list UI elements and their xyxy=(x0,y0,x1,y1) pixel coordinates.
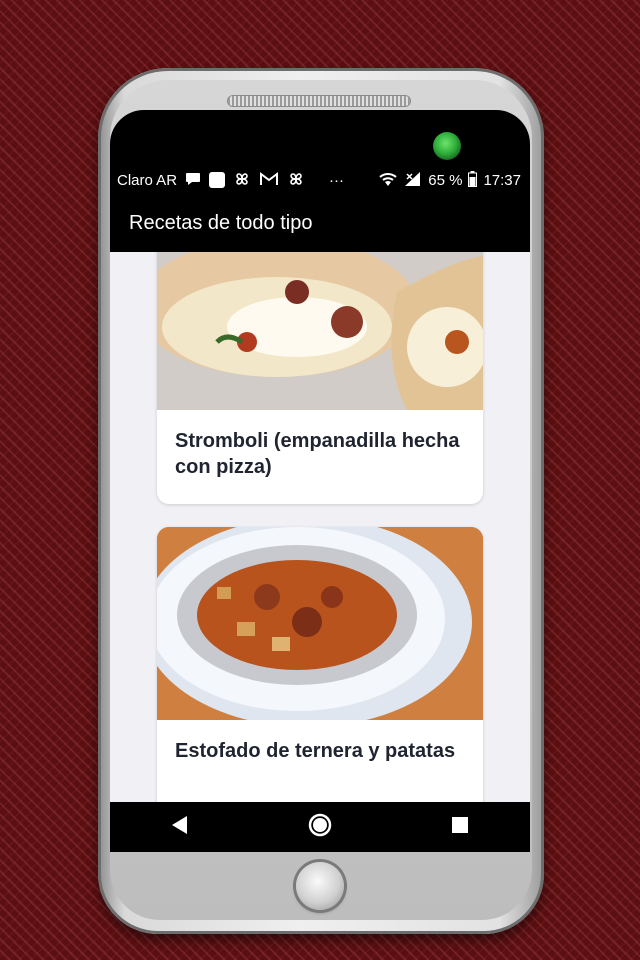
back-button[interactable] xyxy=(160,807,200,847)
app-square-icon xyxy=(209,172,226,188)
recipe-title[interactable]: Stromboli (empanadilla hecha con pizza) xyxy=(157,410,483,480)
battery-icon xyxy=(468,171,478,189)
pinwheel-icon xyxy=(287,170,305,190)
recipe-list[interactable]: Stromboli (empanadilla hecha con pizza) xyxy=(110,252,530,802)
recipe-card[interactable]: Estofado de ternera y patatas xyxy=(157,527,483,802)
battery-level: 65 % xyxy=(428,171,463,189)
physical-home-button[interactable] xyxy=(296,862,344,910)
more-notifications-dots: ··· xyxy=(329,171,345,189)
home-icon xyxy=(307,812,333,843)
phone-top-bezel xyxy=(110,110,530,170)
status-bar: Claro AR ··· 65 % 17:37 xyxy=(110,166,530,194)
signal-icon xyxy=(404,171,422,189)
carrier-name: Claro AR xyxy=(117,171,178,189)
gmail-icon xyxy=(259,171,279,189)
clock: 17:37 xyxy=(483,171,521,189)
pinwheel-icon xyxy=(233,170,251,190)
app-toolbar: Recetas de todo tipo xyxy=(110,194,530,252)
stromboli-photo xyxy=(157,252,483,410)
recipe-title[interactable]: Estofado de ternera y patatas xyxy=(157,720,483,764)
earpiece-speaker xyxy=(228,96,410,106)
navigation-bar xyxy=(110,802,530,852)
front-camera-icon xyxy=(433,132,461,160)
back-icon xyxy=(169,814,191,841)
phone-screen: Claro AR ··· 65 % 17:37 Recetas de todo … xyxy=(110,166,530,852)
page-title: Recetas de todo tipo xyxy=(129,211,313,234)
beef-stew-photo xyxy=(157,527,483,720)
recipe-card[interactable]: Stromboli (empanadilla hecha con pizza) xyxy=(157,252,483,504)
recents-icon xyxy=(451,816,469,839)
chat-bubble-icon xyxy=(185,172,201,188)
recents-button[interactable] xyxy=(440,807,480,847)
wifi-icon xyxy=(378,171,398,189)
home-nav-button[interactable] xyxy=(300,807,340,847)
